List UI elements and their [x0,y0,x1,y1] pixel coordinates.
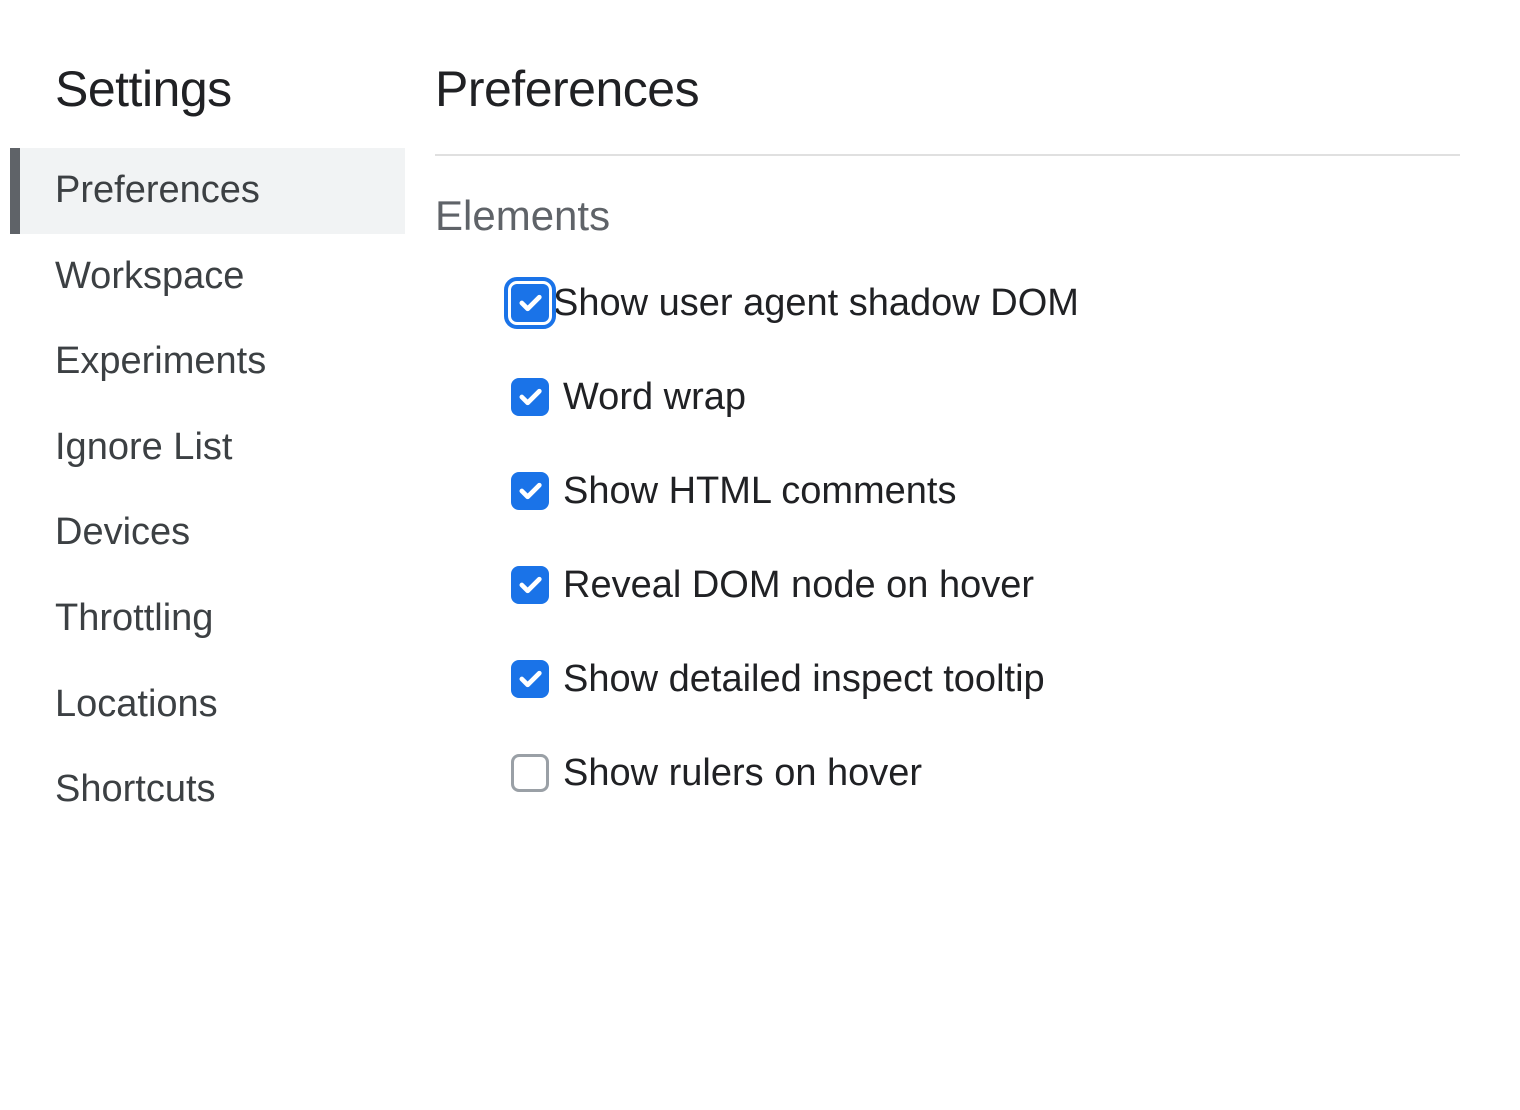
option-label: Word wrap [563,378,746,416]
sidebar-item-label: Ignore List [55,426,232,468]
section-title-elements: Elements [435,192,1460,240]
option-reveal-dom-node-on-hover[interactable]: Reveal DOM node on hover [511,566,1460,604]
sidebar-item-locations[interactable]: Locations [10,662,405,748]
sidebar-item-devices[interactable]: Devices [10,490,405,576]
option-word-wrap[interactable]: Word wrap [511,378,1460,416]
option-label: Reveal DOM node on hover [563,566,1034,604]
sidebar-item-ignore-list[interactable]: Ignore List [10,405,405,491]
option-label: Show rulers on hover [563,754,922,792]
option-show-html-comments[interactable]: Show HTML comments [511,472,1460,510]
checkbox-icon[interactable] [511,566,549,604]
checkbox-icon[interactable] [511,660,549,698]
page-title: Preferences [435,60,1460,154]
sidebar-item-experiments[interactable]: Experiments [10,319,405,405]
sidebar-item-label: Workspace [55,255,244,297]
checkbox-icon[interactable] [511,284,549,322]
option-label: Show user agent shadow DOM [553,284,1079,322]
sidebar-title: Settings [10,60,405,148]
sidebar-item-label: Devices [55,511,190,553]
sidebar-item-label: Shortcuts [55,768,216,810]
sidebar-item-throttling[interactable]: Throttling [10,576,405,662]
checkbox-icon[interactable] [511,378,549,416]
sidebar-item-workspace[interactable]: Workspace [10,234,405,320]
checkbox-icon[interactable] [511,472,549,510]
option-label: Show detailed inspect tooltip [563,660,1045,698]
divider [435,154,1460,156]
options-list: Show user agent shadow DOM Word wrap Sho… [435,284,1460,792]
main-panel: Preferences Elements Show user agent sha… [405,60,1520,1110]
sidebar-item-label: Experiments [55,340,266,382]
option-show-user-agent-shadow-dom[interactable]: Show user agent shadow DOM [511,284,1460,322]
checkbox-icon[interactable] [511,754,549,792]
sidebar-item-preferences[interactable]: Preferences [10,148,405,234]
sidebar-item-label: Locations [55,683,218,725]
sidebar-item-shortcuts[interactable]: Shortcuts [10,747,405,833]
sidebar-item-label: Preferences [55,169,260,211]
option-show-rulers-on-hover[interactable]: Show rulers on hover [511,754,1460,792]
settings-sidebar: Settings Preferences Workspace Experimen… [0,60,405,1110]
option-show-detailed-inspect-tooltip[interactable]: Show detailed inspect tooltip [511,660,1460,698]
option-label: Show HTML comments [563,472,956,510]
sidebar-item-label: Throttling [55,597,213,639]
